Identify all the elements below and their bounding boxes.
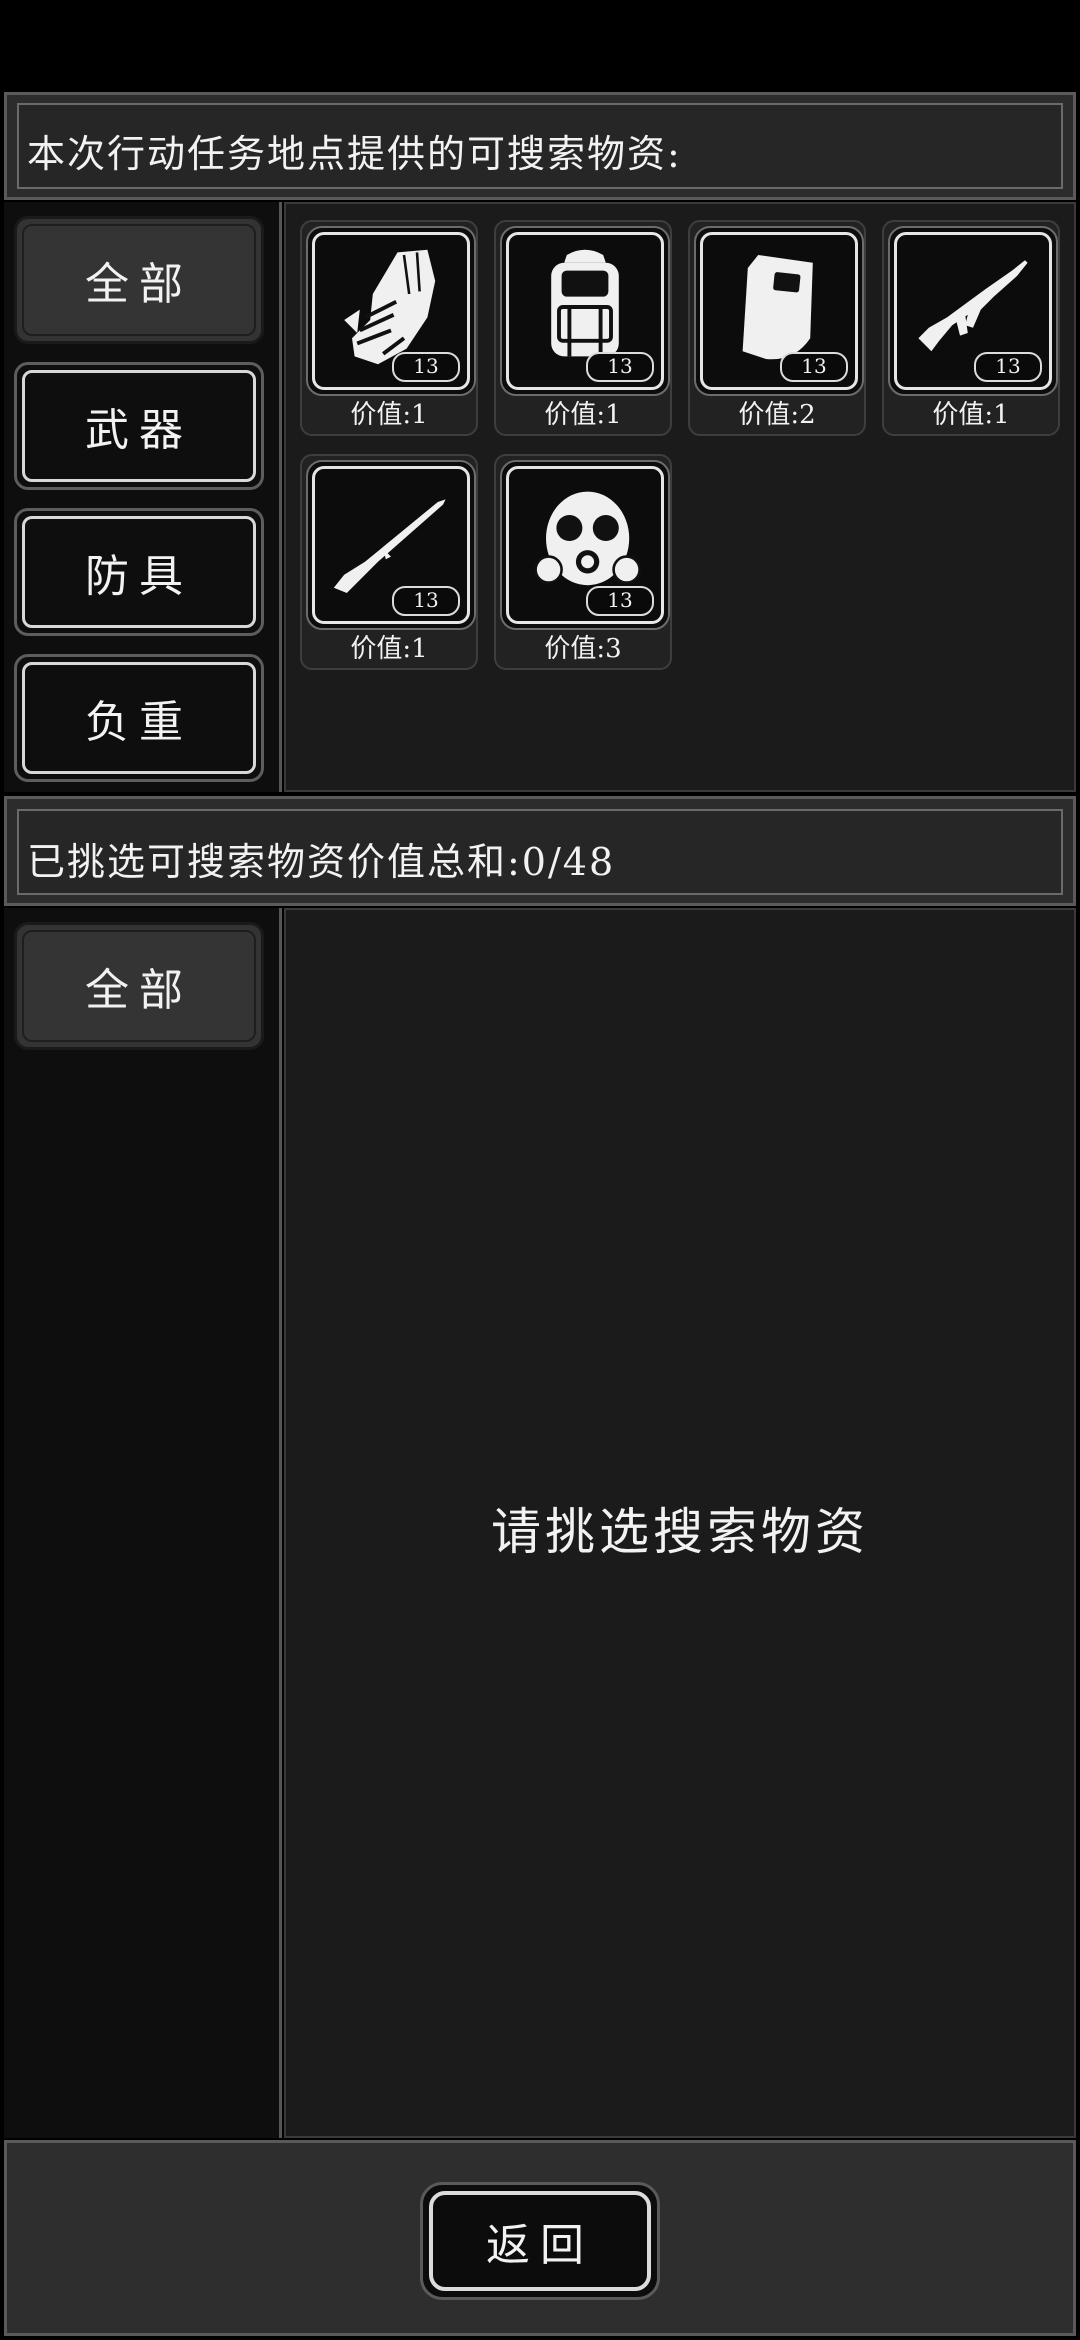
selected-header-bar: 已挑选可搜索物资价值总和:0/48 — [17, 809, 1063, 895]
selected-category-all-label: 全部 — [85, 965, 193, 1016]
category-weapons-button[interactable]: 武器 — [14, 362, 264, 490]
item-card[interactable]: 13 价值:1 — [300, 454, 478, 670]
item-count-badge: 13 — [586, 586, 654, 616]
item-value: 价值:1 — [544, 400, 622, 430]
selected-items-area: 请挑选搜索物资 — [284, 908, 1076, 2138]
category-weapons-label: 武器 — [85, 405, 193, 456]
category-armor-button[interactable]: 防具 — [14, 508, 264, 636]
item-card[interactable]: 13 价值:1 — [494, 220, 672, 436]
item-card[interactable]: 13 价值:1 — [882, 220, 1060, 436]
category-load-label: 负重 — [85, 697, 193, 748]
item-value: 价值:1 — [932, 400, 1010, 430]
bottom-category-sidebar — [4, 908, 282, 2138]
item-count-badge: 13 — [780, 352, 848, 382]
category-all-label: 全部 — [85, 259, 193, 310]
item-card[interactable]: 13 价值:3 — [494, 454, 672, 670]
item-value: 价值:1 — [350, 634, 428, 664]
item-card[interactable]: 13 价值:1 — [300, 220, 478, 436]
item-value: 价值:3 — [544, 634, 622, 664]
item-card[interactable]: 13 价值:2 — [688, 220, 866, 436]
item-value: 价值:1 — [350, 400, 428, 430]
selected-supplies-header: 已挑选可搜索物资价值总和:0/48 — [4, 796, 1076, 906]
header-bar: 本次行动任务地点提供的可搜索物资: — [17, 103, 1063, 189]
category-all-button[interactable]: 全部 — [14, 216, 264, 344]
item-count-badge: 13 — [392, 586, 460, 616]
back-button-label: 返回 — [486, 2220, 594, 2271]
available-supplies-header: 本次行动任务地点提供的可搜索物资: — [4, 92, 1076, 200]
selected-total-value: 已挑选可搜索物资价值总和:0/48 — [27, 840, 616, 884]
category-armor-label: 防具 — [85, 551, 193, 602]
selected-category-all-button[interactable]: 全部 — [14, 922, 264, 1050]
back-button[interactable]: 返回 — [420, 2182, 660, 2300]
available-supplies-title: 本次行动任务地点提供的可搜索物资: — [27, 132, 682, 176]
empty-selection-message: 请挑选搜索物资 — [491, 1503, 869, 1561]
category-load-button[interactable]: 负重 — [14, 654, 264, 782]
item-count-badge: 13 — [974, 352, 1042, 382]
item-value: 价值:2 — [738, 400, 816, 430]
item-count-badge: 13 — [392, 352, 460, 382]
item-count-badge: 13 — [586, 352, 654, 382]
